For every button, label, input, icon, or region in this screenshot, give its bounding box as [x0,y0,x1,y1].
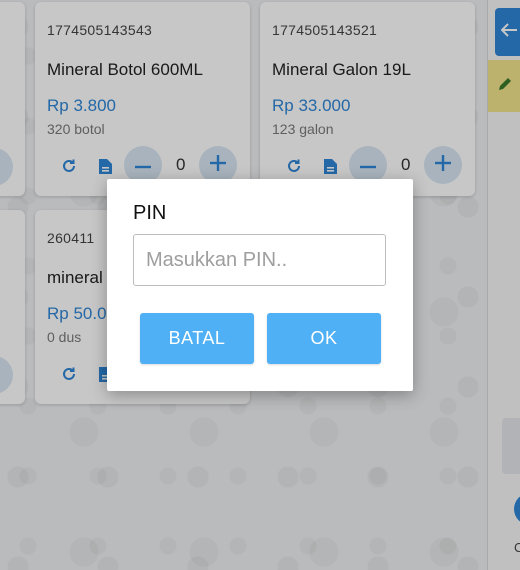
pin-input[interactable] [133,234,386,286]
pin-dialog: PIN BATAL OK [107,179,413,391]
cancel-button[interactable]: BATAL [140,313,254,364]
ok-button[interactable]: OK [267,313,381,364]
dialog-title: PIN [133,202,167,224]
